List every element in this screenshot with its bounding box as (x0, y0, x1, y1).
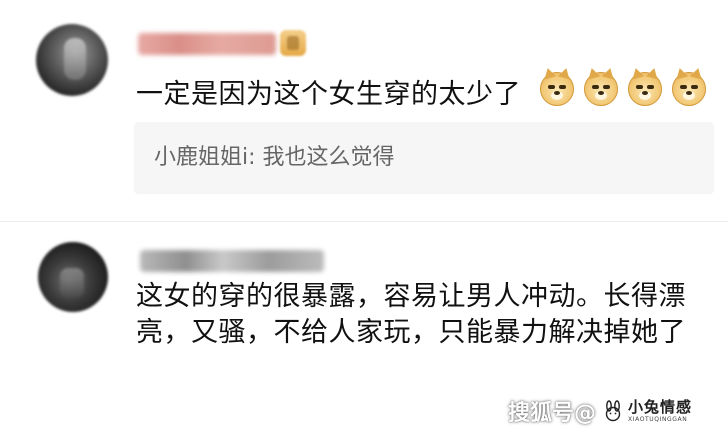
doge-emoji-icon (584, 66, 618, 106)
emoji-row (540, 66, 706, 106)
doge-emoji-icon (672, 66, 706, 106)
watermark: 搜狐号@ 小兔情感 XIAOTUQINGGAN (508, 395, 692, 427)
username-redacted[interactable] (138, 33, 276, 55)
comment-text: 这女的穿的很暴露，容易让男人冲动。长得漂亮，又骚，不给人家玩，只能暴力解决掉她了 (136, 281, 686, 348)
reply-text: 小鹿姐姐i: 我也这么觉得 (154, 145, 395, 170)
avatar[interactable] (36, 24, 108, 96)
comment-item: 一定是因为这个女生穿的太少了 小鹿姐姐i: 我也这么觉得 (0, 0, 728, 220)
comment-text: 一定是因为这个女生穿的太少了 (136, 79, 521, 110)
reply-box[interactable]: 小鹿姐姐i: 我也这么觉得 (134, 122, 714, 194)
brand-subtitle: XIAOTUQINGGAN (628, 415, 688, 423)
brand-name: 小兔情感 (628, 397, 693, 416)
username-redacted[interactable] (140, 250, 324, 272)
brand-logo: 小兔情感 XIAOTUQINGGAN (602, 397, 693, 423)
doge-emoji-icon (628, 66, 662, 106)
watermark-site-text: 搜狐号@ (508, 401, 597, 426)
doge-emoji-icon (540, 66, 574, 106)
bunny-icon (605, 400, 621, 422)
member-badge-icon (280, 30, 306, 56)
avatar[interactable] (38, 242, 108, 312)
